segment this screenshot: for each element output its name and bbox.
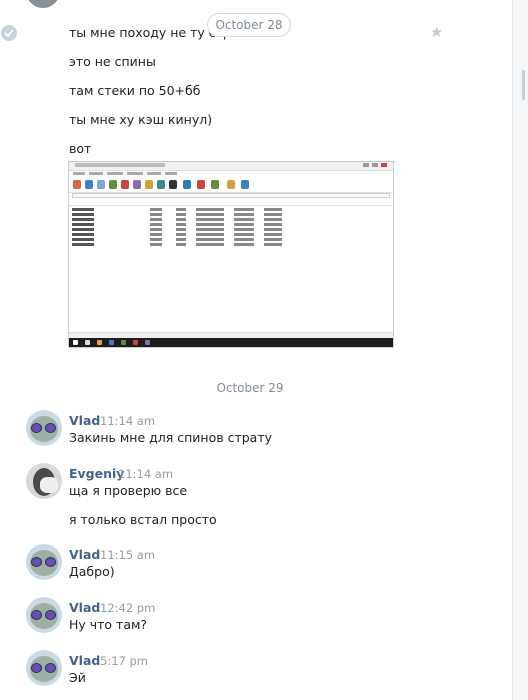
message-text: Дабро) [69, 564, 115, 579]
message-text: это не спины [69, 54, 156, 69]
date-pill: October 28 [207, 13, 291, 37]
window-path-bar [72, 193, 390, 198]
read-check-icon [1, 25, 17, 41]
message-text: Эй [69, 670, 86, 685]
avatar[interactable] [26, 410, 62, 446]
file-row [72, 213, 372, 216]
previous-sender-avatar[interactable] [26, 0, 60, 8]
star-icon[interactable]: ★ [430, 23, 443, 41]
message-text: ты мне ху кэш кинул) [69, 112, 213, 127]
message-text: Ну что там? [69, 617, 148, 632]
file-list-header [69, 200, 393, 206]
message-text: там стеки по 50+бб [69, 83, 201, 98]
window-toolbar [69, 178, 393, 193]
message-time[interactable]: 5:17 pm [100, 654, 148, 668]
message-text: ща я проверю все [69, 483, 188, 498]
author-name[interactable]: Vlad [69, 547, 100, 562]
chat-history: ★ ты мне походу не ту стра October 28 эт… [0, 0, 512, 700]
right-sidebar-edge [512, 0, 528, 700]
file-row [72, 218, 372, 221]
date-separator: October 29 [216, 381, 284, 395]
file-row [72, 228, 372, 231]
message-time[interactable]: 11:14 am [118, 467, 173, 481]
attached-screenshot-image[interactable] [68, 161, 394, 348]
file-row [72, 208, 372, 211]
avatar[interactable] [26, 650, 62, 686]
message-text: вот [69, 141, 92, 156]
avatar[interactable] [26, 544, 62, 580]
message-text: я только встал просто [69, 512, 217, 527]
os-taskbar [69, 338, 393, 347]
message-text: Закинь мне для спинов страту [69, 430, 273, 445]
file-row [72, 243, 372, 246]
file-row [72, 233, 372, 236]
window-titlebar [69, 162, 393, 171]
window-menubar [69, 171, 393, 177]
author-name[interactable]: Evgeniy [69, 466, 124, 481]
author-name[interactable]: Vlad [69, 653, 100, 668]
scrollbar-thumb[interactable] [522, 70, 525, 100]
avatar[interactable] [26, 463, 62, 499]
author-name[interactable]: Vlad [69, 413, 100, 428]
file-row [72, 238, 372, 241]
message-time[interactable]: 12:42 pm [100, 601, 155, 615]
message-time[interactable]: 11:15 am [100, 548, 155, 562]
file-row [72, 223, 372, 226]
author-name[interactable]: Vlad [69, 600, 100, 615]
avatar[interactable] [26, 597, 62, 633]
message-time[interactable]: 11:14 am [100, 414, 155, 428]
